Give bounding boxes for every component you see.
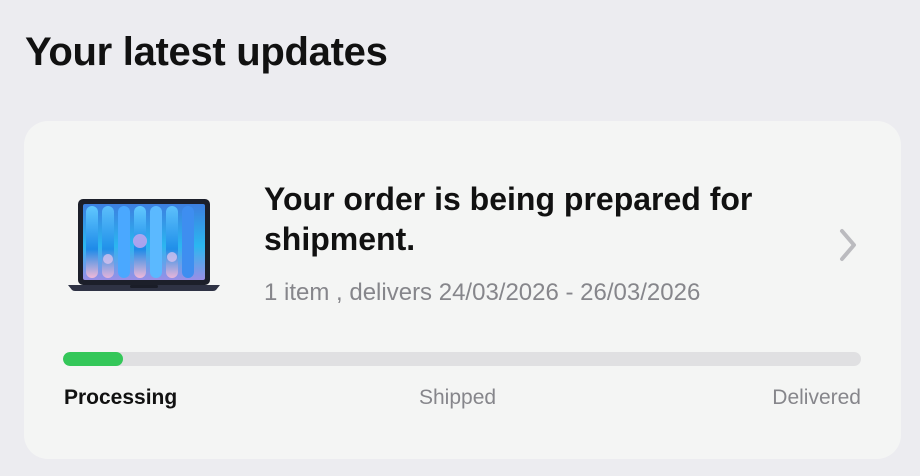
section-title: Your latest updates <box>25 30 388 74</box>
laptop-image <box>68 199 220 291</box>
step-processing: Processing <box>64 386 178 409</box>
step-shipped: Shipped <box>419 386 497 409</box>
order-status-headline: Your order is being prepared for shipmen… <box>264 181 753 257</box>
order-progress-fill <box>63 352 123 366</box>
step-delivered: Delivered <box>772 386 861 409</box>
order-status-card[interactable]: Your order is being prepared for shipmen… <box>24 121 901 459</box>
order-delivery-summary: 1 item , delivers 24/03/2026 - 26/03/202… <box>264 279 701 306</box>
chevron-right-icon[interactable] <box>836 227 860 263</box>
order-progress-bar <box>63 352 861 366</box>
